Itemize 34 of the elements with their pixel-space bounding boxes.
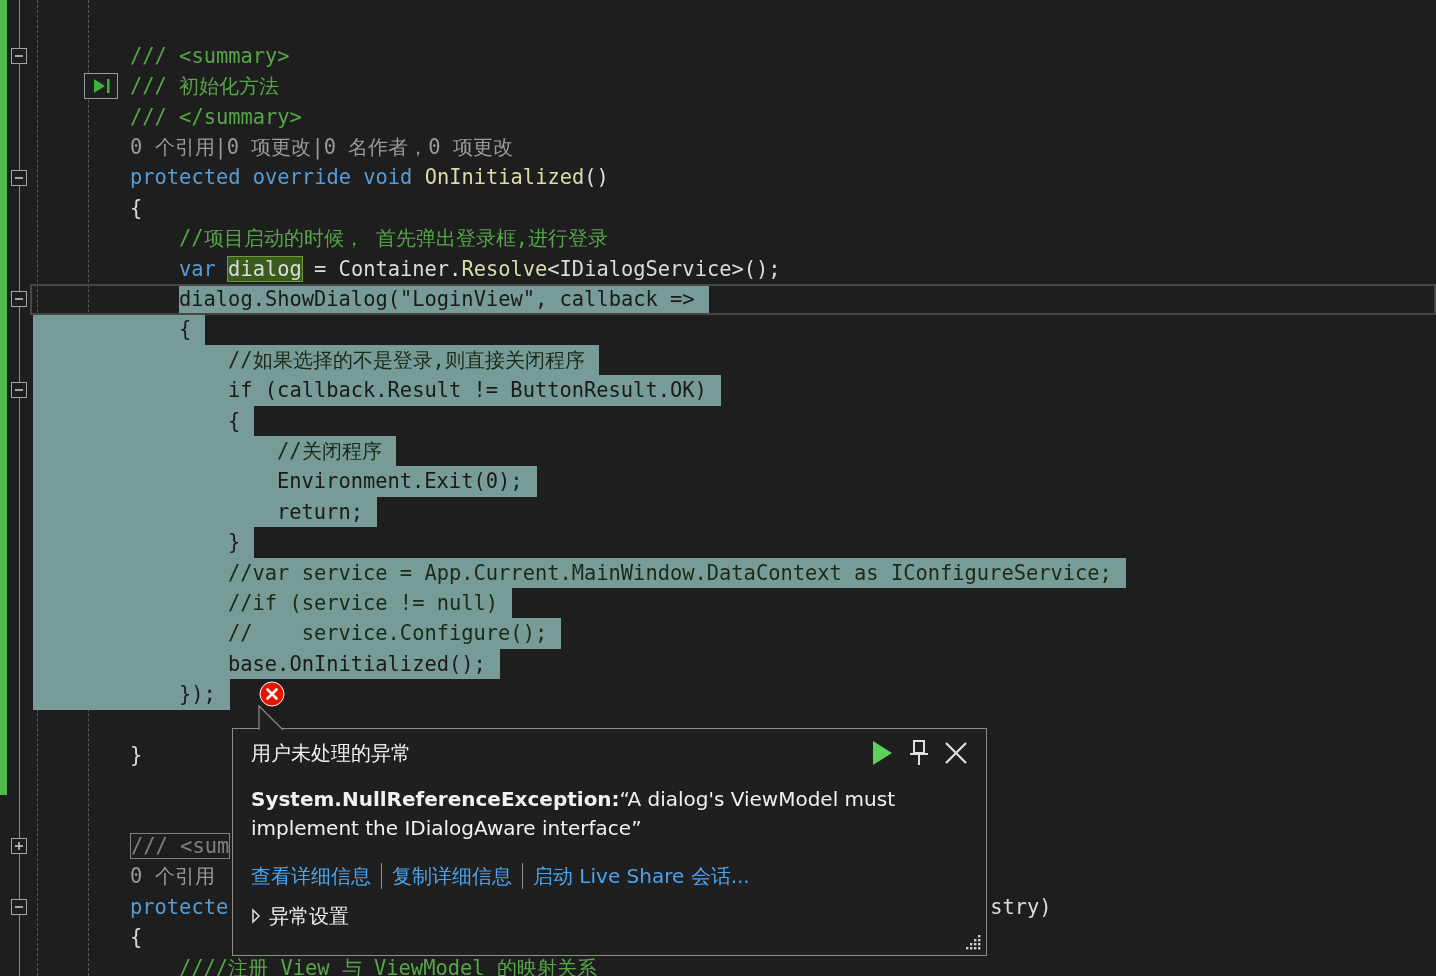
code-line: /// 初始化方法 xyxy=(130,73,280,101)
popup-link[interactable]: 启动 Live Share 会话... xyxy=(533,861,750,891)
code-lens[interactable]: 0 个引用|0 项更改|0 名作者，0 项更改 xyxy=(130,132,513,163)
code-line: { xyxy=(228,407,241,435)
code-line: /// <summary> xyxy=(130,42,290,70)
code-line: { xyxy=(130,924,143,952)
code-line: return; xyxy=(277,498,363,526)
popup-link[interactable]: 查看详细信息 xyxy=(251,861,371,891)
code-line: var dialog = Container.Resolve<IDialogService>(); xyxy=(179,255,781,283)
code-line: //if (service != null) xyxy=(228,589,499,617)
popup-title: 用户未处理的异常 xyxy=(251,740,411,767)
code-line: //项目启动的时候， 首先弹出登录框,进行登录 xyxy=(179,225,609,253)
code-line: base.OnInitialized(); xyxy=(228,650,486,678)
code-line-fragment: protecte xyxy=(130,893,229,921)
code-line: { xyxy=(130,194,143,222)
code-line: protected override void OnInitialized() xyxy=(130,164,609,192)
popup-link[interactable]: 复制详细信息 xyxy=(392,861,512,891)
code-line: //关闭程序 xyxy=(277,437,382,465)
exception-settings-expander[interactable]: 异常设置 xyxy=(251,901,349,931)
code-line: //如果选择的不是登录,则直接关闭程序 xyxy=(228,346,585,374)
code-line: if (callback.Result != ButtonResult.OK) xyxy=(228,377,707,405)
code-line: // service.Configure(); xyxy=(228,620,548,648)
code-line: { xyxy=(179,316,192,344)
collapsed-region[interactable]: /// <sum xyxy=(130,833,231,860)
code-line: //var service = App.Current.MainWindow.DataContext as IConfigureService; xyxy=(228,559,1112,587)
code-line-fragment: stry) xyxy=(990,893,1052,921)
code-lens[interactable]: 0 个引用 xyxy=(130,861,215,893)
code-line: } xyxy=(130,741,143,769)
code-line: }); xyxy=(179,681,216,709)
code-line: Environment.Exit(0); xyxy=(277,468,523,496)
code-line: dialog.ShowDialog("LoginView", callback => xyxy=(179,286,695,313)
exception-message: System.NullReferenceException:“A dialog's ViewModel must implement the IDialogAware interface” xyxy=(251,786,896,842)
code-line: /// </summary> xyxy=(130,103,302,131)
code-line: } xyxy=(228,529,241,557)
